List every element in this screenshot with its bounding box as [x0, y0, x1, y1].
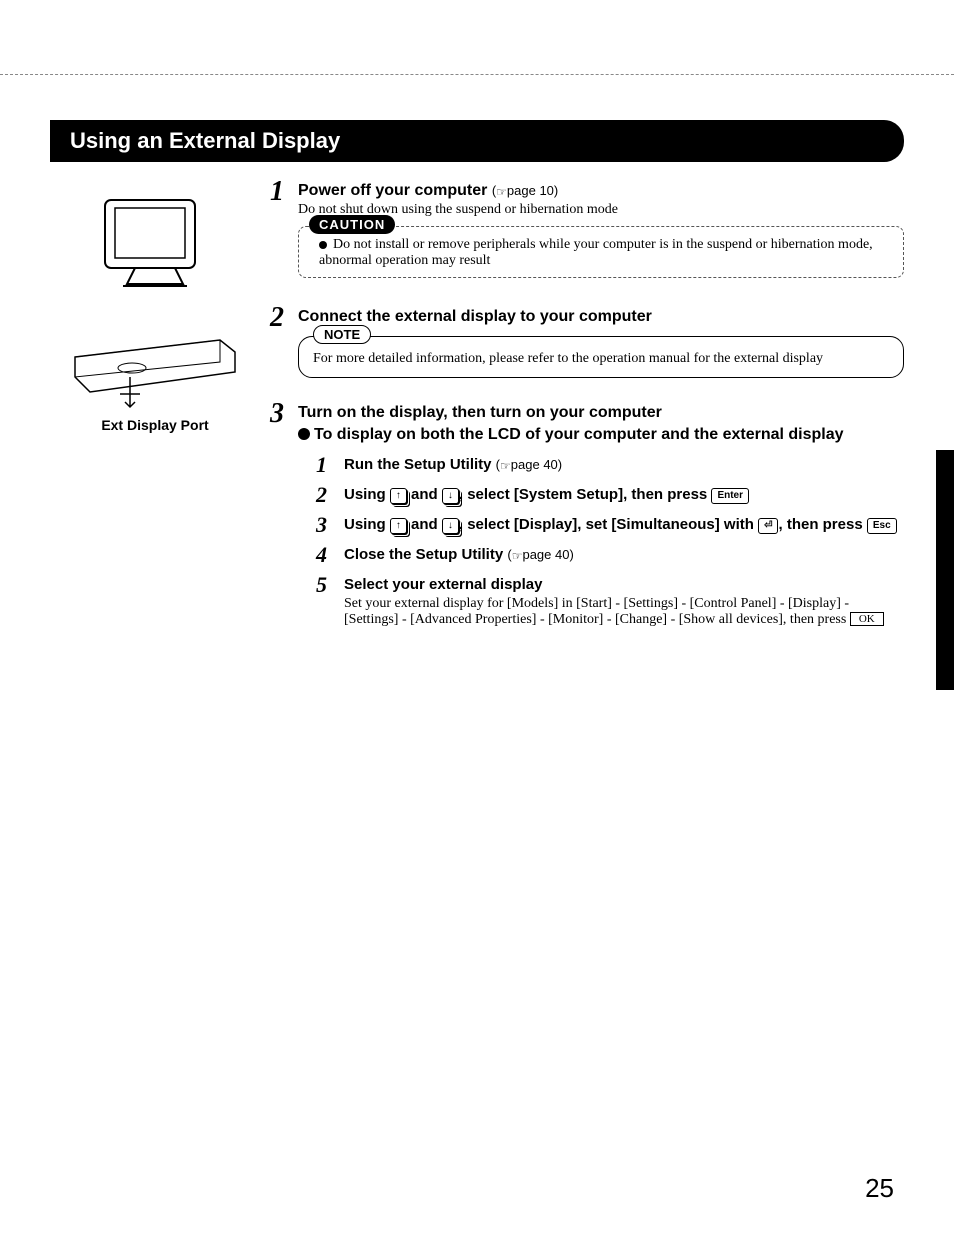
note-text: For more detailed information, please re… [313, 351, 823, 366]
substep-title: Using ↑ and ↓, select [Display], set [Si… [344, 516, 897, 533]
ref-text: page 10 [507, 183, 554, 198]
sub-heading: To display on both the LCD of your compu… [298, 426, 904, 444]
caution-text: Do not install or remove peripherals whi… [319, 237, 873, 268]
text: Using [344, 486, 390, 503]
key-esc: Esc [867, 518, 897, 534]
ref-icon: ☞ [496, 185, 507, 199]
page-content: Using an External Display E [50, 120, 904, 646]
text: , then press [778, 516, 866, 533]
substep-3: 3 Using ↑ and ↓, select [Display], set [… [316, 516, 904, 534]
substep-1: 1 Run the Setup Utility (☞page 40) [316, 456, 904, 474]
ref-text: page 40 [522, 547, 569, 562]
note-label: NOTE [313, 325, 371, 344]
key-up: ↑ [390, 518, 407, 534]
ref-icon: ☞ [500, 459, 511, 473]
step-number: 3 [270, 398, 284, 430]
key-select: ⏎ [758, 518, 778, 534]
step-number: 2 [270, 302, 284, 334]
text: Using [344, 516, 390, 533]
text: and [407, 516, 442, 533]
key-enter: Enter [711, 488, 749, 504]
monitor-illustration [95, 192, 215, 292]
substep-body: Set your external display for [Models] i… [344, 596, 904, 628]
page-number: 25 [865, 1173, 894, 1204]
ref-text: page 40 [511, 457, 558, 472]
substep-title-text: Run the Setup Utility [344, 456, 492, 473]
key-down: ↓ [442, 518, 459, 534]
substep-number: 5 [316, 572, 327, 598]
section-title: Using an External Display [50, 120, 904, 162]
ok-button-graphic: OK [850, 612, 884, 626]
step-title: Connect the external display to your com… [298, 308, 652, 325]
substep-title-text: Close the Setup Utility [344, 546, 503, 563]
substep-number: 3 [316, 512, 327, 538]
page-reference: (☞page 40) [496, 457, 562, 472]
page-reference: (☞page 10) [492, 183, 558, 198]
caution-box: CAUTION Do not install or remove periphe… [298, 226, 904, 278]
port-illustration [70, 322, 240, 412]
bullet-icon [319, 241, 327, 249]
step-2: 2 Connect the external display to your c… [270, 308, 904, 378]
step-title: Turn on the display, then turn on your c… [298, 404, 662, 421]
substep-title: Close the Setup Utility (☞page 40) [344, 546, 574, 563]
left-column: Ext Display Port [50, 182, 260, 646]
substep-5: 5 Select your external display Set your … [316, 576, 904, 628]
step-title: Power off your computer (☞page 10) [298, 182, 558, 199]
circle-bullet-icon [298, 428, 310, 440]
sub-heading-text: To display on both the LCD of your compu… [314, 426, 844, 443]
caution-label: CAUTION [309, 215, 395, 234]
key-down: ↓ [442, 488, 459, 504]
substep-number: 2 [316, 482, 327, 508]
port-label: Ext Display Port [50, 417, 260, 433]
substep-number: 1 [316, 452, 327, 478]
text: , select [System Setup], then press [459, 486, 712, 503]
substep-title: Using ↑ and ↓, select [System Setup], th… [344, 486, 749, 503]
step-1: 1 Power off your computer (☞page 10) Do … [270, 182, 904, 278]
substep-4: 4 Close the Setup Utility (☞page 40) [316, 546, 904, 564]
substep-title: Run the Setup Utility (☞page 40) [344, 456, 562, 473]
substep-2: 2 Using ↑ and ↓, select [System Setup], … [316, 486, 904, 504]
text: and [407, 486, 442, 503]
page-edge-tab [936, 450, 954, 690]
substep-title: Select your external display [344, 576, 542, 593]
right-column: 1 Power off your computer (☞page 10) Do … [260, 182, 904, 646]
content-columns: Ext Display Port 1 Power off your comput… [50, 182, 904, 646]
step-number: 1 [270, 176, 284, 208]
step-title-text: Power off your computer [298, 182, 487, 199]
step-3: 3 Turn on the display, then turn on your… [270, 404, 904, 628]
substeps: 1 Run the Setup Utility (☞page 40) 2 Usi… [298, 456, 904, 628]
key-up: ↑ [390, 488, 407, 504]
page-reference: (☞page 40) [507, 547, 573, 562]
scan-noise-top [0, 0, 954, 75]
ref-icon: ☞ [512, 549, 523, 563]
text: , select [Display], set [Simultaneous] w… [459, 516, 758, 533]
note-box: NOTE For more detailed information, plea… [298, 336, 904, 378]
substep-number: 4 [316, 542, 327, 568]
body-text: Set your external display for [Models] i… [344, 596, 850, 627]
